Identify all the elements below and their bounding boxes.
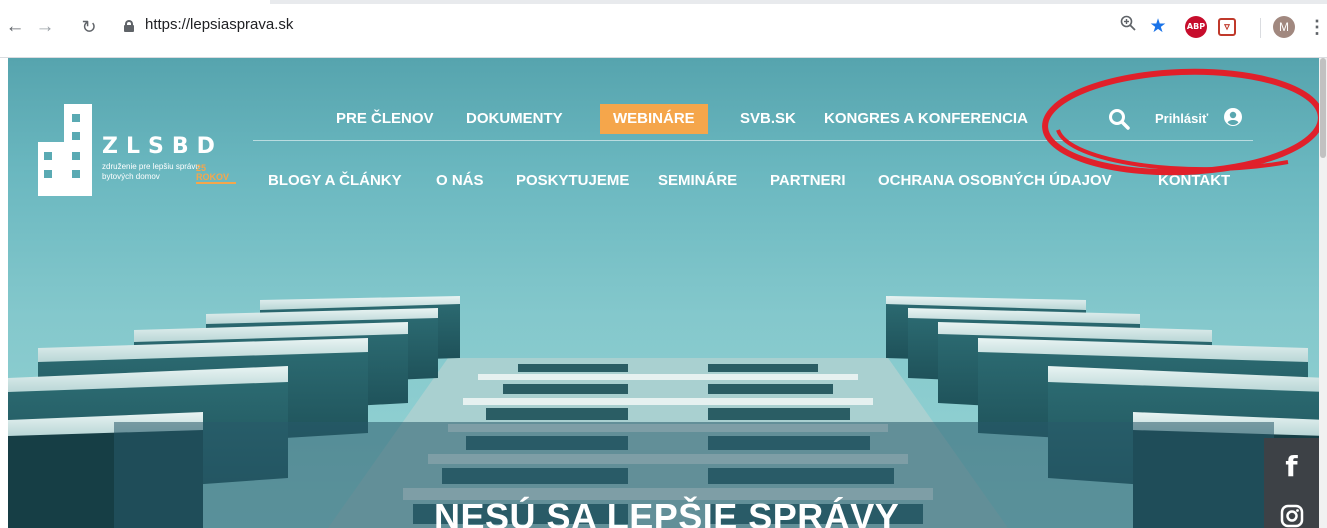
hero-title: NESÚ SA LEPŠIE SPRÁVY — [434, 496, 900, 528]
page-gutter — [0, 58, 8, 528]
anniversary-badge: 25 ROKOV — [196, 164, 236, 184]
logo-title: ZLSBD — [102, 134, 223, 159]
nav-item-kongres[interactable]: KONGRES A KONFERENCIA — [824, 104, 1028, 134]
browser-toolbar: ← → ↻ https://lepsiasprava.sk ★ ABP ▿ M … — [0, 0, 1327, 58]
scrollbar-thumb[interactable] — [1320, 58, 1326, 158]
nav-item-poskytujeme[interactable]: POSKYTUJEME — [516, 166, 629, 196]
tab-strip-edge — [270, 0, 1327, 4]
profile-avatar[interactable]: M — [1273, 16, 1295, 38]
facebook-icon: f — [1285, 450, 1298, 483]
address-bar[interactable]: https://lepsiasprava.sk — [145, 16, 293, 33]
instagram-button[interactable] — [1264, 496, 1319, 528]
forward-arrow-icon[interactable]: → — [32, 14, 58, 40]
adblock-extension-icon[interactable]: ABP — [1185, 16, 1207, 38]
toolbar-separator — [1260, 18, 1261, 38]
nav-item-svb-sk[interactable]: SVB.SK — [740, 104, 796, 134]
building-logo-icon — [38, 104, 92, 196]
nav-item-blogy[interactable]: BLOGY A ČLÁNKY — [268, 166, 402, 196]
red-annotation-circle — [1042, 68, 1324, 176]
site-logo[interactable]: ZLSBD združenie pre lepšiu správu bytový… — [38, 104, 258, 196]
instagram-icon — [1280, 504, 1303, 528]
nav-item-webinare[interactable]: WEBINÁRE — [600, 104, 708, 134]
back-arrow-icon[interactable]: ← — [2, 14, 28, 40]
zoom-icon[interactable] — [1116, 15, 1140, 39]
bookmark-star-icon[interactable]: ★ — [1146, 15, 1170, 39]
website-page: ZLSBD združenie pre lepšiu správu bytový… — [8, 58, 1327, 528]
lock-icon[interactable] — [124, 20, 134, 32]
facebook-button[interactable]: f — [1264, 438, 1319, 496]
nav-item-seminare[interactable]: SEMINÁRE — [658, 166, 737, 196]
nav-item-dokumenty[interactable]: DOKUMENTY — [466, 104, 563, 134]
nav-item-pre-clenov[interactable]: PRE ČLENOV — [336, 104, 434, 134]
browser-menu-icon[interactable]: ⋮ — [1308, 15, 1326, 39]
reload-icon[interactable]: ↻ — [76, 14, 102, 40]
page-scrollbar[interactable] — [1319, 58, 1327, 528]
nav-item-partneri[interactable]: PARTNERI — [770, 166, 846, 196]
pocket-extension-icon[interactable]: ▿ — [1218, 18, 1236, 36]
nav-item-o-nas[interactable]: O NÁS — [436, 166, 484, 196]
